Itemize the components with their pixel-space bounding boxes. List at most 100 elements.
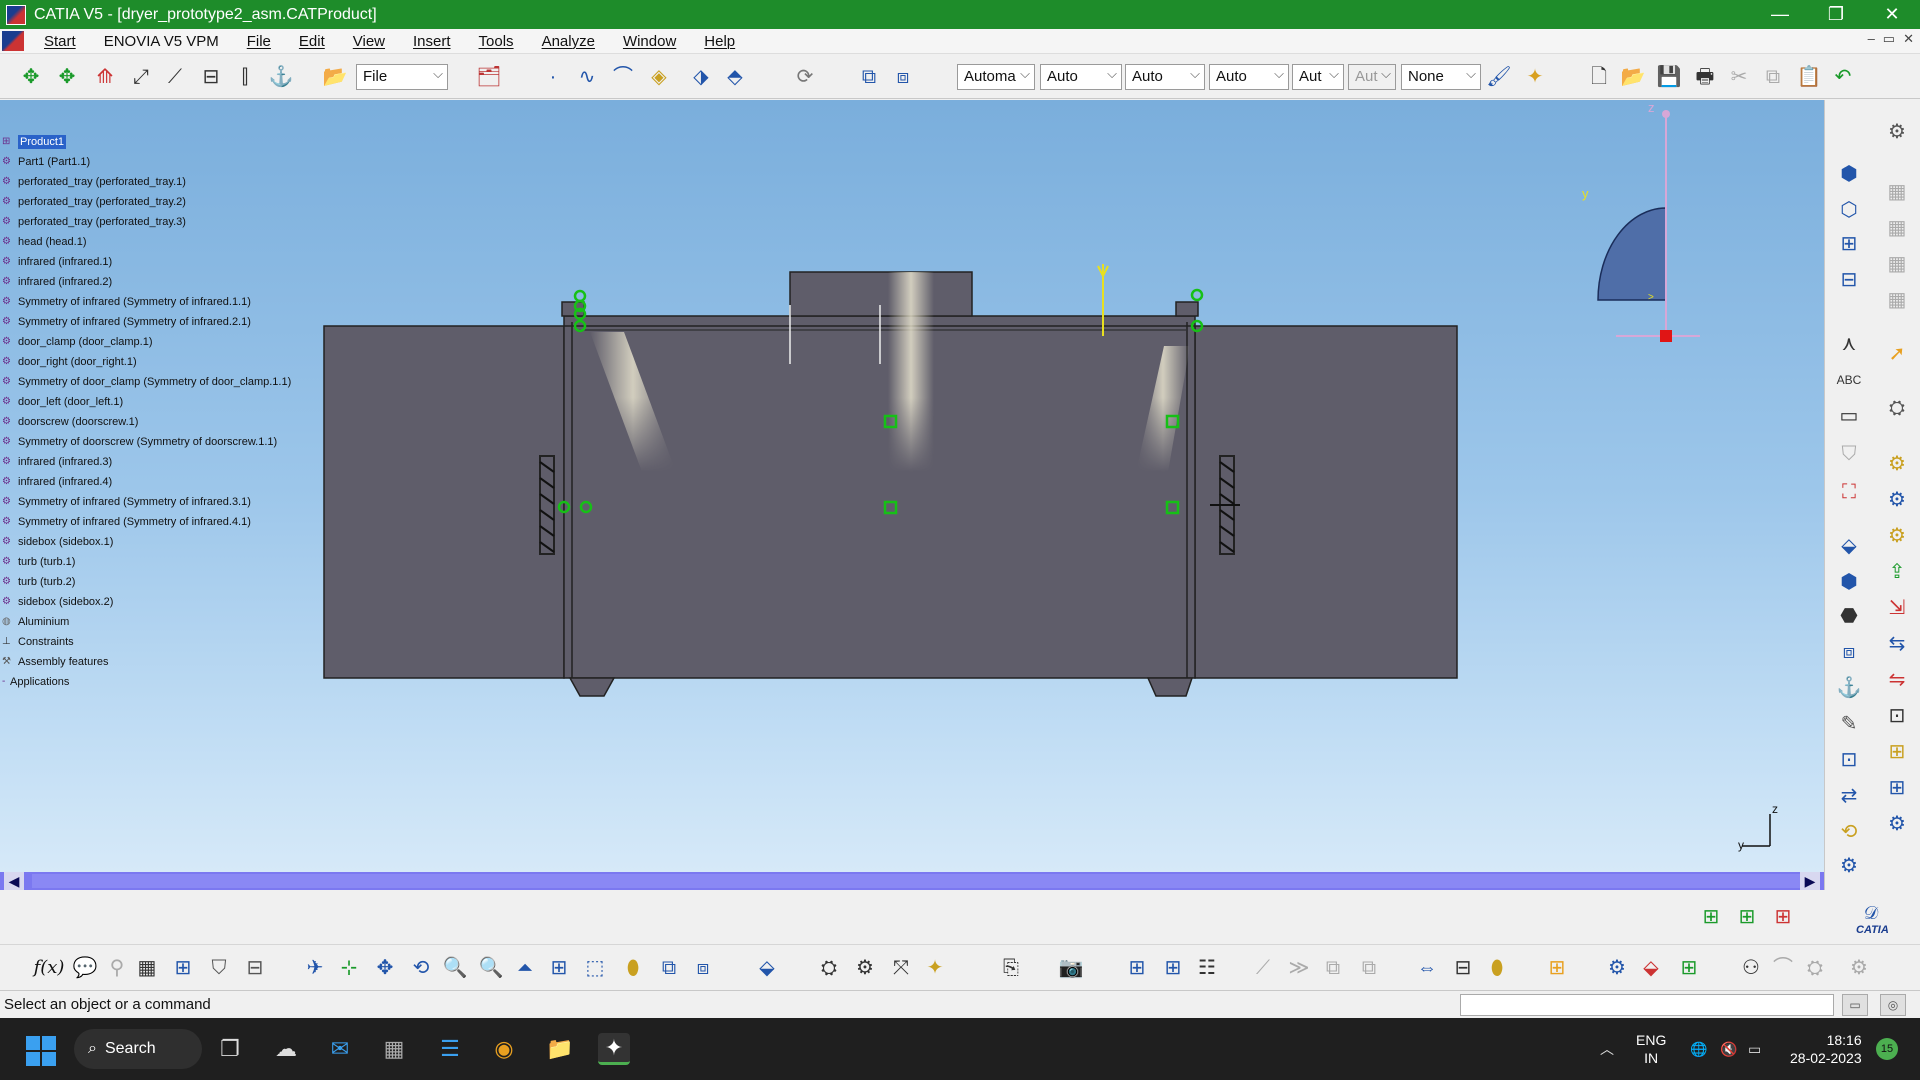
tree-node[interactable]: ⚙ Symmetry of infrared (Symmetry of infra… bbox=[2, 315, 251, 329]
power-input-field[interactable] bbox=[1460, 994, 1834, 1016]
knowledge-icon[interactable]: ⚙ bbox=[1883, 522, 1911, 550]
3d-viewport[interactable]: > z y z y ⊞ Product1 ⚙ Part1 (Part1.1) ⚙ pe… bbox=[0, 100, 1824, 872]
tree-node[interactable]: ◍ Aluminium bbox=[2, 615, 69, 629]
tree-node[interactable]: ⚙ head (head.1) bbox=[2, 235, 87, 249]
file-combo[interactable]: File bbox=[356, 64, 448, 90]
transparency-combo[interactable]: Auto bbox=[1040, 64, 1122, 90]
close-button[interactable]: ✕ bbox=[1864, 0, 1920, 29]
existing-component-icon[interactable]: ▦ bbox=[1883, 250, 1911, 278]
notification-badge[interactable]: 15 bbox=[1876, 1018, 1898, 1080]
tree-node[interactable]: ⚙ Symmetry of infrared (Symmetry of infra… bbox=[2, 515, 251, 529]
file-explorer-icon[interactable]: 📁 bbox=[544, 1033, 576, 1065]
catalog-browser-icon[interactable]: ⊞ bbox=[1883, 774, 1911, 802]
menu-window[interactable]: Window bbox=[609, 33, 690, 50]
rotate-icon[interactable]: ⟲ bbox=[408, 955, 434, 981]
tree-node[interactable]: ⚙ perforated_tray (perforated_tray.3) bbox=[2, 215, 186, 229]
tree-node[interactable]: ⚙ turb (turb.1) bbox=[2, 555, 75, 569]
tree-node[interactable]: ⚙ doorscrew (doorscrew.1) bbox=[2, 415, 138, 429]
copy-icon[interactable]: ⧉ bbox=[1760, 64, 1786, 90]
tree-node[interactable]: ⚙ perforated_tray (perforated_tray.2) bbox=[2, 195, 186, 209]
compare-icon[interactable]: ⧈ bbox=[1835, 638, 1863, 666]
volume-muted-icon[interactable]: 🔇 bbox=[1720, 1018, 1737, 1080]
eraser-icon[interactable]: ⬙ bbox=[754, 955, 780, 981]
task-view-icon[interactable]: ❐ bbox=[214, 1033, 246, 1065]
iso-view-icon[interactable]: ⬚ bbox=[582, 955, 608, 981]
curve-icon[interactable]: ∿ bbox=[574, 64, 600, 90]
catia-taskbar-icon[interactable]: ✦ bbox=[598, 1033, 630, 1065]
links-icon[interactable]: ⇄ bbox=[1835, 782, 1863, 810]
insert-component-icon[interactable]: ⬢ bbox=[1835, 160, 1863, 188]
manipulate-icon[interactable]: ⤢ bbox=[128, 64, 154, 90]
reset-position-icon[interactable]: ⇲ bbox=[1883, 594, 1911, 622]
zoom-in-icon[interactable]: 🔍 bbox=[442, 955, 468, 981]
normal-view-icon[interactable]: ⏶ bbox=[512, 955, 538, 981]
tree-node[interactable]: - Applications bbox=[2, 675, 69, 689]
table-icon[interactable]: ▦ bbox=[134, 955, 160, 981]
apply-appearance-icon[interactable]: ⊞ bbox=[1676, 955, 1702, 981]
anchor-icon[interactable]: ⚓ bbox=[1835, 674, 1863, 702]
print-icon[interactable]: 🖶 bbox=[1692, 64, 1718, 90]
inertia-icon[interactable]: ⬮ bbox=[1484, 955, 1510, 981]
menu-help[interactable]: Help bbox=[690, 33, 749, 50]
clock-date[interactable]: 28-02-2023 bbox=[1790, 1049, 1862, 1067]
apply-material-icon[interactable]: ⚙ bbox=[1883, 450, 1911, 478]
scene-icon[interactable]: ⊞ bbox=[1883, 738, 1911, 766]
render-icon[interactable]: ⚙ bbox=[1604, 955, 1630, 981]
clock-time[interactable]: 18:16 bbox=[1827, 1031, 1862, 1049]
menu-tools[interactable]: Tools bbox=[465, 33, 528, 50]
status-stop-button[interactable]: ▭ bbox=[1842, 994, 1868, 1016]
restore-button[interactable]: ❐ bbox=[1808, 0, 1864, 29]
measure-item-icon[interactable]: ⬘ bbox=[722, 64, 748, 90]
people-icon[interactable]: ⚇ bbox=[1738, 955, 1764, 981]
update-icon[interactable]: ⟳ bbox=[792, 64, 818, 90]
workbench-2-icon[interactable]: ⊞ bbox=[1734, 904, 1760, 930]
fix-icon[interactable]: ⚓ bbox=[268, 64, 294, 90]
tree-node[interactable]: ⚙ door_right (door_right.1) bbox=[2, 355, 137, 369]
formula-icon[interactable]: f(x) bbox=[34, 955, 65, 981]
select-icon[interactable]: ➚ bbox=[1883, 340, 1911, 368]
open-folder-icon[interactable]: 📂 bbox=[322, 64, 348, 90]
workbench-3-icon[interactable]: ⊞ bbox=[1770, 904, 1796, 930]
workbench-1-icon[interactable]: ⊞ bbox=[1698, 904, 1724, 930]
format-painter-icon[interactable]: 🖌 bbox=[1486, 64, 1512, 90]
calculator-icon[interactable]: ▦ bbox=[378, 1033, 410, 1065]
snapshot-icon[interactable]: ⊡ bbox=[1835, 746, 1863, 774]
move-icon[interactable]: ✥ bbox=[18, 64, 44, 90]
tree-node[interactable]: ⚙ sidebox (sidebox.2) bbox=[2, 595, 113, 609]
clash-icon[interactable]: ⧉ bbox=[856, 64, 882, 90]
insert-new-product-icon[interactable]: ⊞ bbox=[1160, 955, 1186, 981]
tree-icon[interactable]: ⊞ bbox=[1835, 230, 1863, 258]
weld-icon[interactable]: ⛉ bbox=[1835, 440, 1863, 468]
tree-node-product[interactable]: ⊞ Product1 bbox=[2, 135, 67, 149]
pencil-icon[interactable]: ✎ bbox=[1835, 710, 1863, 738]
text-abc-icon[interactable]: ABC bbox=[1835, 366, 1863, 394]
view-icon[interactable]: ⛶ bbox=[1835, 478, 1863, 506]
part-icon[interactable]: ▦ bbox=[1883, 214, 1911, 242]
tree-node[interactable]: ⚙ Symmetry of infrared (Symmetry of infra… bbox=[2, 295, 251, 309]
tree-node[interactable]: ⊥ Constraints bbox=[2, 635, 74, 649]
assembly-icon[interactable]: ⚙ bbox=[1883, 810, 1911, 838]
open-file-icon[interactable]: 📂 bbox=[1620, 64, 1646, 90]
status-camera-button[interactable]: ◎ bbox=[1880, 994, 1906, 1016]
scroll-left-icon[interactable]: ◀ bbox=[4, 872, 24, 890]
catia-menu-logo-icon[interactable] bbox=[2, 31, 24, 51]
menu-edit[interactable]: Edit bbox=[285, 33, 339, 50]
cut-icon[interactable]: ✂ bbox=[1726, 64, 1752, 90]
multi-instantiate-icon[interactable]: ⇆ bbox=[1883, 630, 1911, 658]
measure-between-icon[interactable]: ⬗ bbox=[688, 64, 714, 90]
comment-icon[interactable]: 💬 bbox=[72, 955, 98, 981]
coincidence-icon[interactable]: ⟋ bbox=[162, 64, 188, 90]
fit-all-icon[interactable]: ⊹ bbox=[336, 955, 362, 981]
bill-of-material-icon[interactable]: ⊡ bbox=[1883, 702, 1911, 730]
surface-icon[interactable]: ⌒ bbox=[610, 64, 636, 90]
scene-icon[interactable]: ⛭ bbox=[816, 955, 842, 981]
graphic-properties-icon[interactable]: ✦ bbox=[1522, 64, 1548, 90]
measure-item-icon[interactable]: ⊟ bbox=[1450, 955, 1476, 981]
tree-node[interactable]: ⚙ door_clamp (door_clamp.1) bbox=[2, 335, 153, 349]
catalog-icon[interactable]: 🗂 bbox=[476, 64, 502, 90]
tree-node[interactable]: ⚙ infrared (infrared.1) bbox=[2, 255, 112, 269]
notepad-icon[interactable]: ☰ bbox=[434, 1033, 466, 1065]
minimize-button[interactable]: — bbox=[1752, 0, 1808, 29]
doc-minimize-button[interactable]: – bbox=[1868, 31, 1875, 47]
update-icon[interactable]: ⟲ bbox=[1835, 818, 1863, 846]
